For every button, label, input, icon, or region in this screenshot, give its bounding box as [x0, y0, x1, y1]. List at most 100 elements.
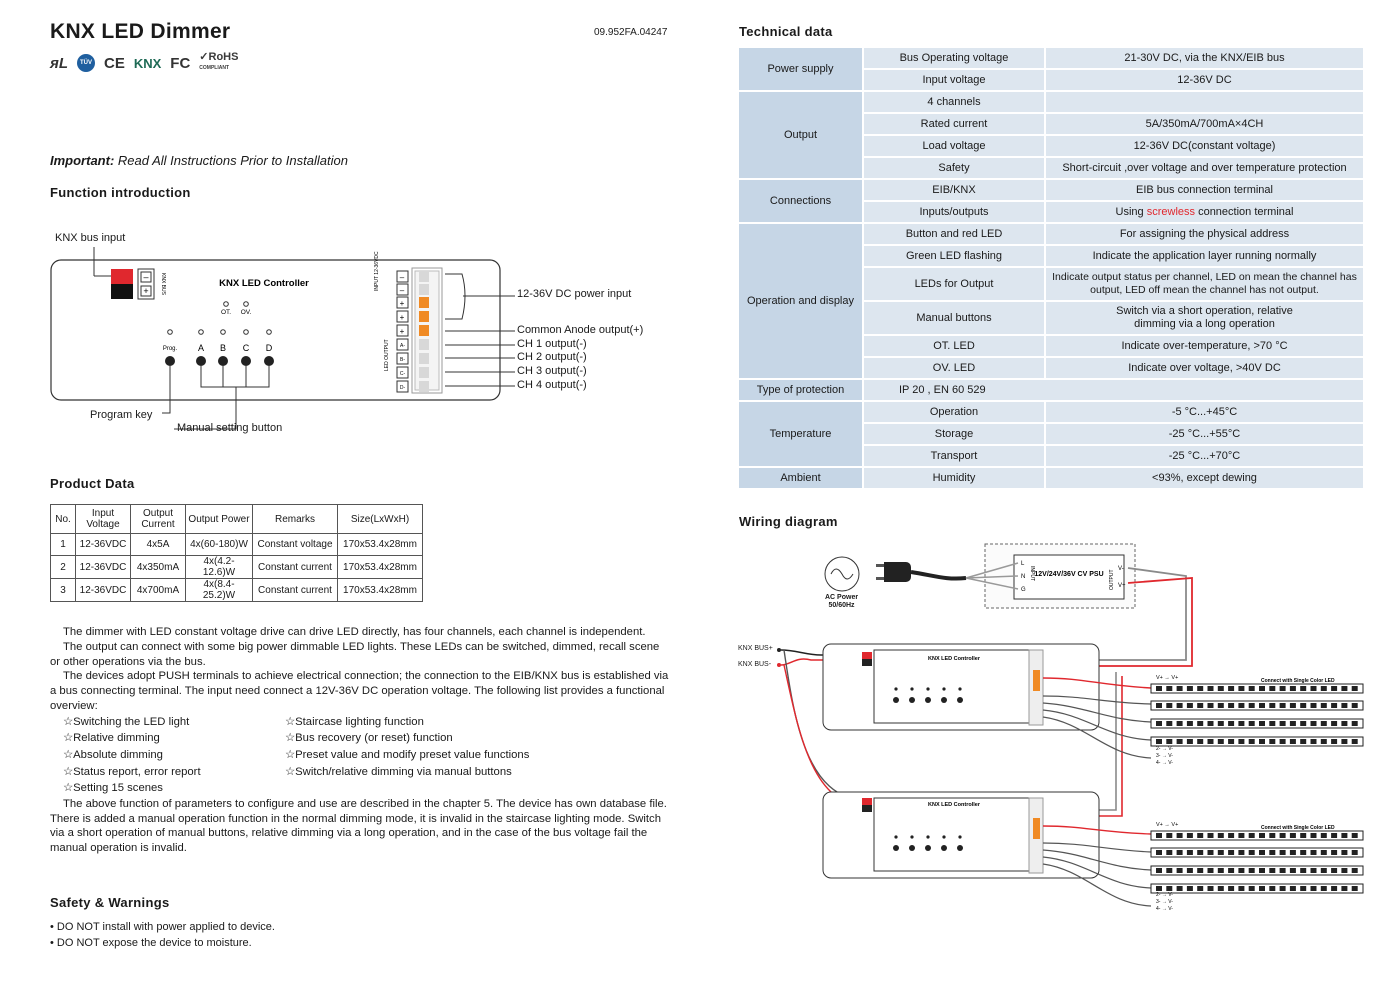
controller-led — [910, 687, 914, 691]
led-chip — [1207, 739, 1214, 744]
led-chip — [1279, 703, 1286, 708]
led-chip — [1310, 868, 1317, 873]
screw-3 — [419, 297, 429, 308]
list-item: ☆Staircase lighting function — [285, 715, 424, 728]
table-cell: EIB/KNX — [864, 180, 1044, 200]
table-cell: 4x(8.4-25.2)W — [185, 578, 253, 602]
led-chip — [1331, 739, 1338, 744]
led-chip — [1300, 833, 1307, 838]
list-item: ☆Switching the LED light — [63, 715, 190, 728]
led-chip — [1351, 703, 1358, 708]
led-chip — [1269, 833, 1276, 838]
led-chip — [1310, 833, 1317, 838]
table-cell — [1046, 92, 1363, 112]
led-chip — [1228, 686, 1235, 691]
psu-vminus: V- — [1118, 566, 1124, 572]
led-chip — [1217, 739, 1224, 744]
term-a-label: A- — [400, 343, 405, 349]
led-chip — [1186, 868, 1193, 873]
led-chip — [1341, 703, 1348, 708]
plug-icon — [884, 562, 911, 582]
plug-pin-1 — [876, 564, 884, 567]
table-cell: <93%, except dewing — [1046, 468, 1363, 488]
screw-7 — [419, 353, 429, 364]
led-chip — [1300, 703, 1307, 708]
led-chip — [1156, 703, 1162, 708]
led-chip — [1166, 739, 1173, 744]
term-in-3-sign: + — [400, 299, 405, 308]
strip-rows-label-2b: 3- → V- — [1156, 899, 1173, 905]
strip-label-1: Connect with Single Color LED — [1261, 678, 1335, 684]
description-p2: The output can connect with some big pow… — [50, 640, 660, 668]
category-cell: Output — [739, 92, 862, 178]
button-b — [218, 356, 228, 366]
controller-button — [893, 845, 899, 851]
knx-bus-side-label: KNX BUS — [160, 273, 166, 296]
led-chip — [1217, 850, 1224, 855]
psu-g: G — [1021, 587, 1026, 593]
doc-number: 09.952FA.04247 — [594, 27, 668, 38]
led-output-side-label: LED OUTPUT — [384, 339, 390, 371]
term-in-4-sign: + — [400, 313, 405, 322]
led-chip — [1156, 686, 1162, 691]
led-chip — [1156, 868, 1162, 873]
function-diagram: – + KNX LED Controller OT. OV. Prog. A B… — [50, 231, 670, 441]
table-row: Type of protection IP 20 , EN 60 529 — [739, 380, 1363, 400]
led-chip — [1341, 868, 1348, 873]
led-chip — [1238, 739, 1245, 744]
table-row: Operation and display Button and red LED F… — [739, 224, 1363, 378]
term-common-sign: + — [400, 327, 405, 336]
table-cell: Indicate over-temperature, >70 °C — [1046, 336, 1363, 356]
wiring-heading: Wiring diagram — [739, 514, 838, 529]
table-cell: 12-36VDC — [75, 533, 131, 556]
led-chip — [1207, 833, 1214, 838]
function-intro-heading: Function introduction — [50, 185, 191, 200]
led-chip — [1310, 850, 1317, 855]
led-chip — [1289, 886, 1296, 891]
led-chip — [1176, 868, 1183, 873]
table-cell: 4x350mA — [130, 555, 186, 579]
led-chip — [1186, 886, 1193, 891]
led-chip — [1217, 833, 1224, 838]
led-chip — [1176, 850, 1183, 855]
table-cell: 4x700mA — [130, 578, 186, 602]
controller-button — [925, 697, 931, 703]
led-chip — [1166, 850, 1173, 855]
led-chip — [1238, 886, 1245, 891]
strip-rows-label-2: 2- → V- — [1156, 892, 1173, 898]
led-chip — [1207, 703, 1214, 708]
knx-bus-minus-dot — [777, 663, 781, 667]
list-item: ☆Setting 15 scenes — [63, 782, 163, 795]
description-text: The dimmer with LED constant voltage dri… — [50, 625, 670, 856]
description-p3: The devices adopt PUSH terminals to achi… — [50, 670, 669, 712]
table-cell: 4x(4.2-12.6)W — [185, 555, 253, 579]
rohs-logo: ✓RoHS COMPLIANT — [199, 51, 239, 72]
led-chip — [1228, 703, 1235, 708]
controller-1-screws-orange — [1033, 670, 1040, 691]
controller-button — [941, 697, 947, 703]
led-chip — [1197, 868, 1204, 873]
led-chip — [1217, 868, 1224, 873]
safety-item-1: • DO NOT install with power applied to d… — [50, 921, 275, 933]
connection-terminal-text: connection terminal — [1195, 206, 1294, 218]
led-chip — [1310, 703, 1317, 708]
category-cell: Temperature — [739, 402, 862, 466]
led-chip — [1300, 721, 1307, 726]
led-chip — [1269, 850, 1276, 855]
led-chip — [1238, 721, 1245, 726]
ch3-label: CH 3 output(-) — [517, 365, 587, 377]
led-chip — [1248, 686, 1255, 691]
led-chip — [1238, 850, 1245, 855]
tuv-logo: TÜV — [77, 54, 95, 72]
category-cell: Ambient — [739, 468, 862, 488]
table-cell: 4 channels — [864, 92, 1044, 112]
led-chip — [1176, 739, 1183, 744]
led-chip — [1351, 868, 1358, 873]
table-cell: Manual buttons — [864, 302, 1044, 334]
led-chip — [1166, 686, 1173, 691]
table-cell: 4x5A — [130, 533, 186, 556]
btn-a-label: A — [198, 343, 204, 353]
led-chip — [1166, 833, 1173, 838]
bus-plus-sign: + — [143, 286, 148, 296]
led-chip — [1186, 721, 1193, 726]
